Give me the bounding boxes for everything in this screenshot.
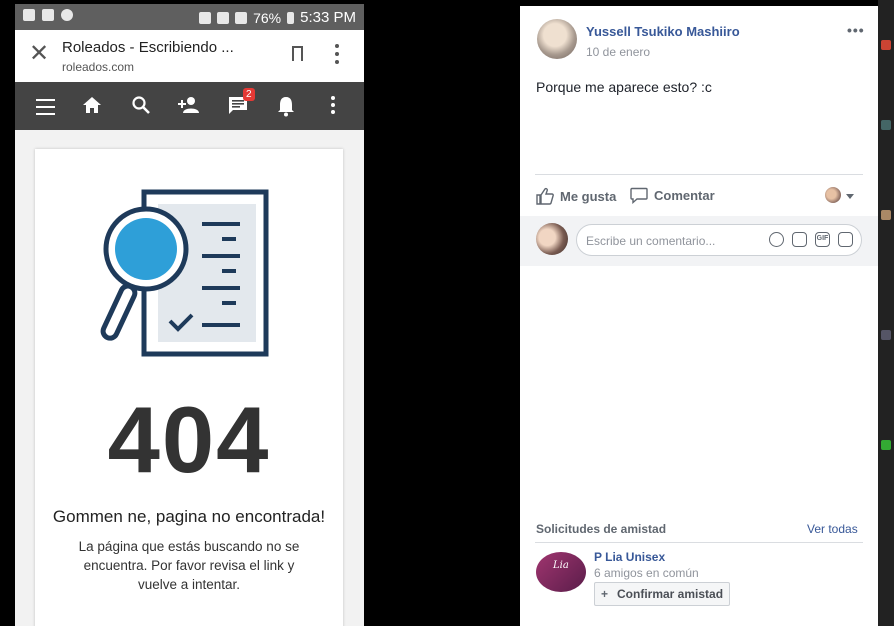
download-icon: [23, 9, 35, 21]
friend-request-avatar[interactable]: Lia: [536, 552, 586, 592]
friend-requests-title: Solicitudes de amistad: [536, 522, 667, 536]
document-search-illustration: [100, 189, 269, 357]
comment-placeholder: Escribe un comentario...: [586, 234, 716, 248]
page-url: roleados.com: [62, 60, 135, 74]
status-bar: 76% 5:33 PM: [15, 4, 364, 30]
error-description: La página que estás buscando no se encue…: [78, 539, 300, 592]
messages-badge: 2: [243, 88, 255, 101]
chevron-down-icon[interactable]: [846, 194, 854, 199]
add-friend-icon: +: [601, 587, 609, 601]
menu-icon[interactable]: [36, 99, 55, 120]
post-text: Porque me aparece esto? :c: [536, 79, 712, 95]
browser-toolbar: ✕ Roleados - Escribiendo ... roleados.co…: [15, 30, 364, 82]
divider: [535, 174, 863, 175]
gif-icon[interactable]: GIF: [815, 232, 830, 247]
close-icon[interactable]: ✕: [29, 42, 49, 66]
home-icon[interactable]: [82, 95, 102, 115]
emoji-icon[interactable]: [769, 232, 784, 247]
divider: [535, 542, 863, 543]
more-icon[interactable]: [330, 95, 336, 115]
friend-request-name[interactable]: P Lia Unisex: [594, 550, 665, 564]
wifi-icon: [217, 11, 230, 24]
bell-icon[interactable]: [276, 95, 296, 117]
app-notification-icon: [61, 9, 73, 21]
post-date[interactable]: 10 de enero: [586, 45, 650, 59]
brand-logo: Lia: [553, 560, 569, 571]
confirm-friend-button[interactable]: + Confirmar amistad: [594, 582, 731, 606]
sticker-icon[interactable]: [838, 232, 853, 247]
youtube-icon: [42, 9, 54, 21]
error-title: Gommen ne, pagina no encontrada!: [52, 507, 326, 526]
see-all-link[interactable]: Ver todas: [807, 522, 858, 536]
bookmark-icon[interactable]: [292, 46, 303, 65]
battery-percent: 76%: [253, 9, 282, 26]
commenter-avatar: [536, 223, 568, 255]
like-button[interactable]: Me gusta: [536, 187, 616, 205]
background-edge-strip: [878, 0, 894, 626]
author-avatar[interactable]: [537, 19, 577, 59]
comment-button[interactable]: Comentar: [630, 187, 715, 204]
thumbs-up-icon: [536, 187, 554, 205]
mutual-friends-count: 6 amigos en común: [594, 566, 699, 580]
post-options-icon[interactable]: •••: [847, 22, 865, 38]
phone-screenshot: 76% 5:33 PM ✕ Roleados - Escribiendo ...…: [15, 4, 364, 626]
camera-icon[interactable]: [792, 232, 807, 247]
author-name[interactable]: Yussell Tsukiko Mashiiro: [586, 24, 740, 39]
comment-icon: [630, 187, 648, 204]
search-icon[interactable]: [131, 95, 151, 115]
more-vert-icon[interactable]: [335, 44, 339, 64]
error-card: 404 Gommen ne, pagina no encontrada! La …: [35, 149, 343, 626]
site-navbar: 2: [15, 82, 364, 130]
comment-input[interactable]: Escribe un comentario... GIF: [576, 224, 862, 256]
comment-label: Comentar: [654, 188, 715, 203]
reaction-avatar[interactable]: [825, 187, 841, 203]
add-friend-icon[interactable]: [177, 95, 201, 115]
facebook-post-panel: Yussell Tsukiko Mashiiro 10 de enero •••…: [520, 6, 894, 626]
like-label: Me gusta: [560, 188, 617, 204]
error-code: 404: [107, 387, 271, 492]
battery-icon: [287, 11, 295, 24]
mute-icon: [199, 11, 212, 24]
clock: 5:33 PM: [300, 9, 356, 26]
signal-icon: [235, 11, 248, 24]
confirm-label: Confirmar amistad: [617, 587, 724, 601]
page-title: Roleados - Escribiendo ...: [62, 39, 234, 56]
